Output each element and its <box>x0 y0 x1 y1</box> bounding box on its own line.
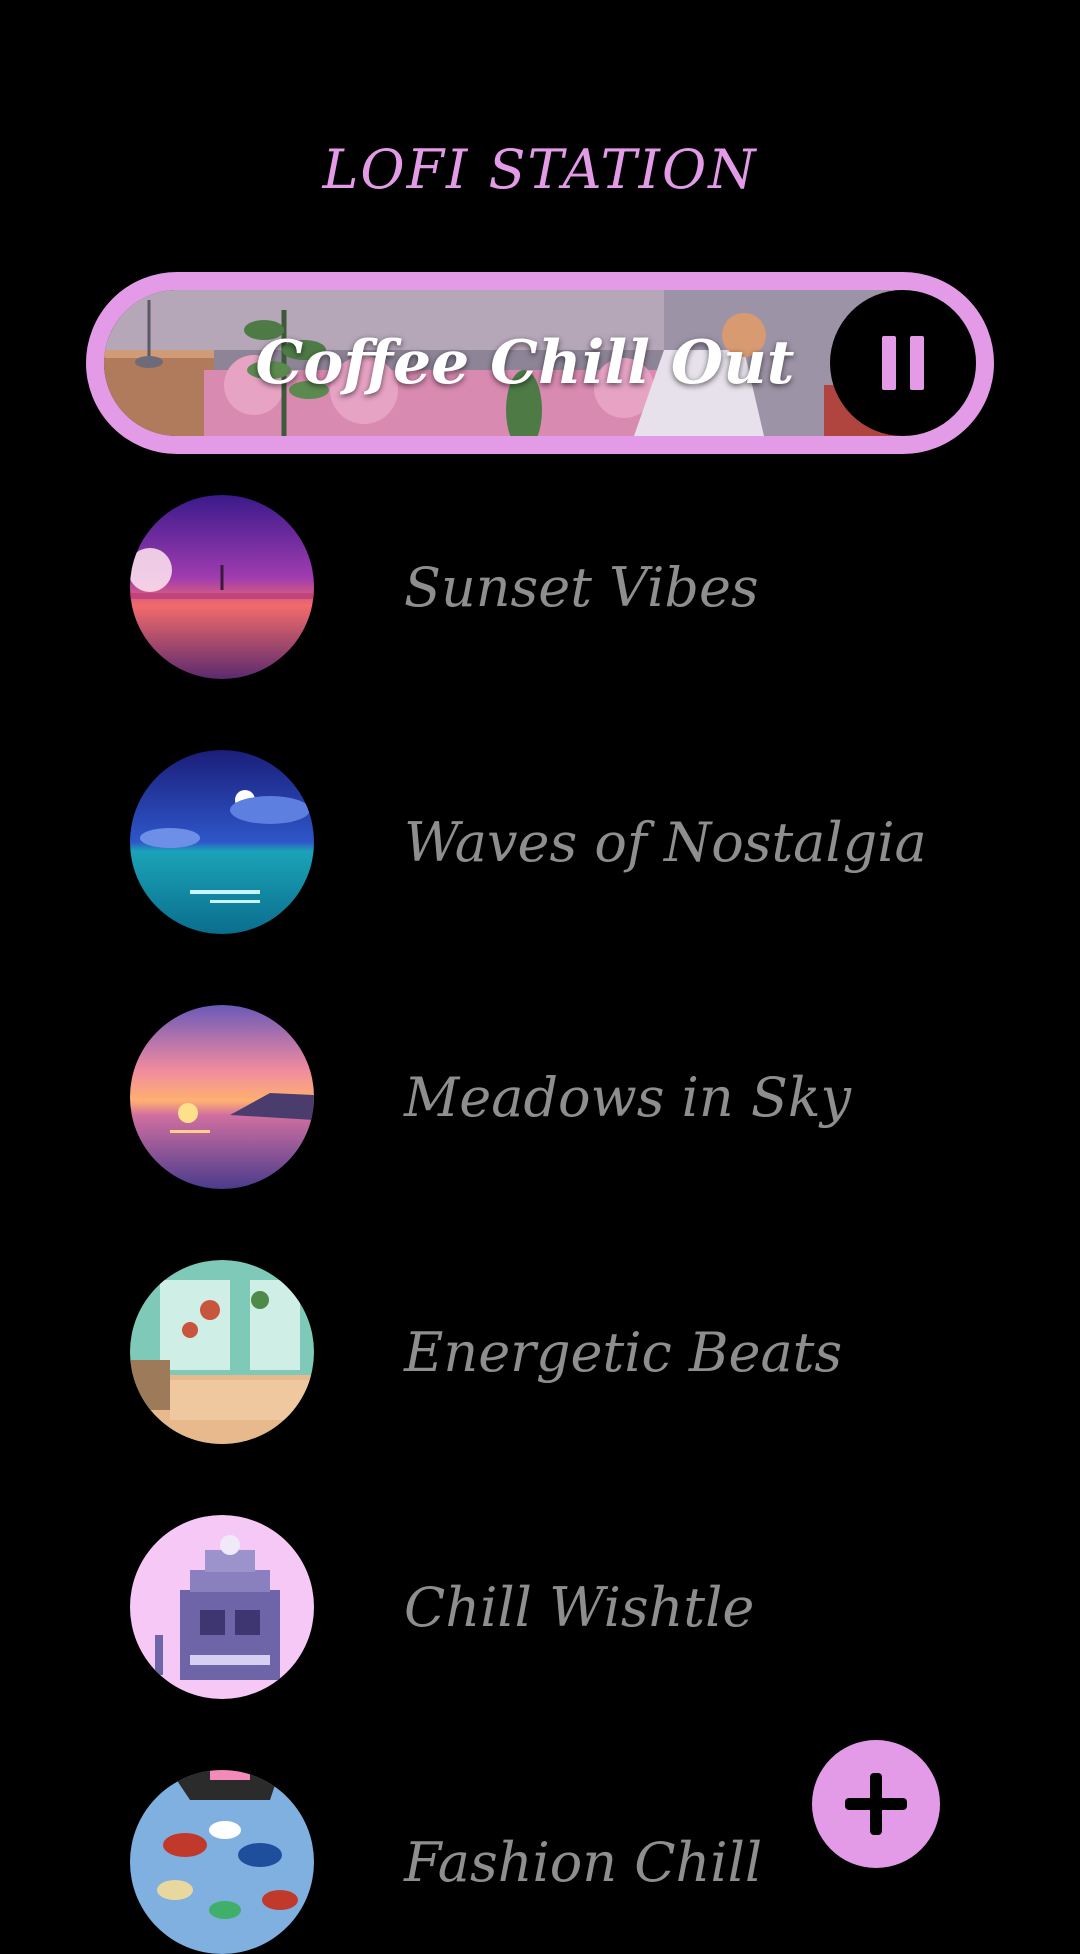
add-button[interactable] <box>812 1740 940 1868</box>
track-list: Sunset Vibes Waves of Nostalgia Meadows … <box>0 0 1080 1954</box>
track-title: Energetic Beats <box>404 1320 843 1384</box>
plus-icon <box>845 1773 907 1835</box>
track-title: Chill Wishtle <box>404 1575 755 1639</box>
track-title: Waves of Nostalgia <box>404 810 927 874</box>
sea-sunset-art <box>130 1005 314 1189</box>
sunset-lake-art <box>130 495 314 679</box>
shoes-rain-art <box>130 1770 314 1954</box>
track-title: Sunset Vibes <box>404 555 759 619</box>
night-ocean-art <box>130 750 314 934</box>
track-title: Meadows in Sky <box>404 1065 852 1129</box>
track-item-waves-of-nostalgia[interactable]: Waves of Nostalgia <box>130 750 990 934</box>
cozy-bedroom-art <box>130 1260 314 1444</box>
track-title: Fashion Chill <box>404 1830 763 1894</box>
pixel-house-art <box>130 1515 314 1699</box>
track-item-sunset-vibes[interactable]: Sunset Vibes <box>130 495 990 679</box>
track-item-energetic-beats[interactable]: Energetic Beats <box>130 1260 990 1444</box>
track-item-chill-wishtle[interactable]: Chill Wishtle <box>130 1515 990 1699</box>
track-item-meadows-in-sky[interactable]: Meadows in Sky <box>130 1005 990 1189</box>
